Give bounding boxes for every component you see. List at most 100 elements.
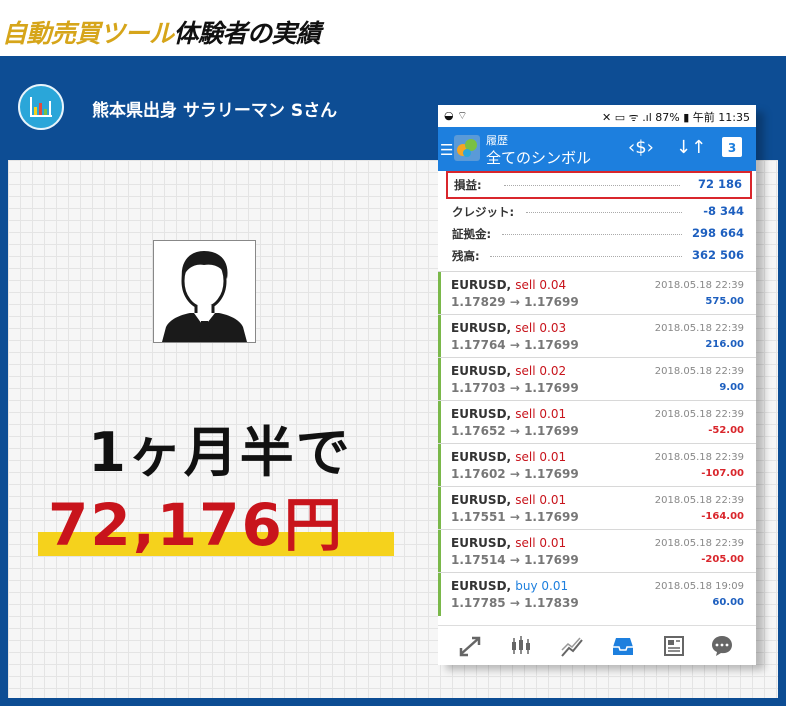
summary-label: クレジット: bbox=[452, 205, 515, 219]
chat-icon[interactable] bbox=[710, 634, 734, 658]
summary-row-credit: クレジット: -8 344 bbox=[446, 201, 752, 221]
title-bar: 自動売買ツール体験者の実績 bbox=[0, 0, 786, 56]
trade-time: 2018.05.18 22:39 bbox=[654, 280, 744, 291]
trade-indicator bbox=[438, 444, 441, 487]
bottom-nav bbox=[438, 625, 756, 665]
trade-prices: 1.17764 → 1.17699 bbox=[451, 338, 579, 352]
profile-header: 熊本県出身 サラリーマン Sさん bbox=[92, 101, 338, 121]
summary-row-margin: 証拠金: 298 664 bbox=[446, 223, 752, 243]
trade-indicator bbox=[438, 530, 441, 573]
app-bar: ☰ 履歴 全てのシンボル ‹$› ↓↑ 3 bbox=[438, 127, 756, 171]
trade-indicator bbox=[438, 401, 441, 444]
summary-label: 残高: bbox=[452, 249, 480, 263]
summary-label: 証拠金: bbox=[452, 227, 492, 241]
trade-symbol-text: EURUSD, bbox=[451, 493, 512, 507]
trade-row[interactable]: EURUSD, sell 0.01 1.17551 → 1.17699 2018.0… bbox=[438, 486, 756, 530]
trade-side: sell 0.03 bbox=[515, 321, 567, 335]
trade-row[interactable]: EURUSD, sell 0.02 1.17703 → 1.17699 2018.0… bbox=[438, 357, 756, 401]
trade-side: sell 0.01 bbox=[515, 536, 567, 550]
exchange-icon[interactable]: ‹$› bbox=[628, 137, 654, 158]
trade-row[interactable]: EURUSD, buy 0.01 1.17785 → 1.17839 2018.05… bbox=[438, 572, 756, 616]
trade-side: buy 0.01 bbox=[515, 579, 569, 593]
status-left-icons: ◒ ⌔ bbox=[444, 109, 468, 122]
trade-symbol-text: EURUSD, bbox=[451, 450, 512, 464]
trade-symbol: EURUSD, buy 0.01 bbox=[451, 579, 568, 593]
hamburger-menu-icon[interactable]: ☰ bbox=[440, 141, 453, 159]
trade-symbol: EURUSD, sell 0.01 bbox=[451, 407, 566, 421]
summary-value: -8 344 bbox=[703, 204, 744, 218]
trade-time: 2018.05.18 22:39 bbox=[654, 495, 744, 506]
trade-symbol: EURUSD, sell 0.01 bbox=[451, 536, 566, 550]
trade-row[interactable]: EURUSD, sell 0.03 1.17764 → 1.17699 2018.0… bbox=[438, 314, 756, 358]
trade-icon[interactable] bbox=[458, 634, 482, 658]
trade-time: 2018.05.18 22:39 bbox=[654, 452, 744, 463]
trade-symbol-text: EURUSD, bbox=[451, 536, 512, 550]
trade-profit: 575.00 bbox=[705, 296, 744, 307]
status-bar: ◒ ⌔ ✕ ▭ ᯤ .ıl 87% ▮ 午前 11:35 bbox=[438, 105, 756, 127]
trade-profit: -164.00 bbox=[701, 511, 744, 522]
trade-prices: 1.17514 → 1.17699 bbox=[451, 553, 579, 567]
calendar-icon[interactable]: 3 bbox=[722, 137, 742, 157]
trade-symbol-text: EURUSD, bbox=[451, 407, 512, 421]
trade-indicator bbox=[438, 272, 441, 315]
trade-symbol: EURUSD, sell 0.03 bbox=[451, 321, 566, 335]
trade-indicator bbox=[438, 487, 441, 530]
trade-prices: 1.17652 → 1.17699 bbox=[451, 424, 579, 438]
avatar bbox=[153, 240, 256, 343]
page-title: 自動売買ツール体験者の実績 bbox=[2, 14, 321, 50]
trade-time: 2018.05.18 19:09 bbox=[654, 581, 744, 592]
period-label: 1ヶ月半で bbox=[88, 421, 352, 484]
app-subtitle: 履歴 bbox=[486, 134, 508, 147]
trade-profit: -107.00 bbox=[701, 468, 744, 479]
trade-side: sell 0.04 bbox=[515, 278, 567, 292]
trade-indicator bbox=[438, 573, 441, 616]
trade-row[interactable]: EURUSD, sell 0.01 1.17602 → 1.17699 2018.0… bbox=[438, 443, 756, 487]
trade-time: 2018.05.18 22:39 bbox=[654, 323, 744, 334]
trade-symbol: EURUSD, sell 0.01 bbox=[451, 450, 566, 464]
summary-value: 362 506 bbox=[691, 248, 744, 262]
trade-time: 2018.05.18 22:39 bbox=[654, 409, 744, 420]
trade-prices: 1.17785 → 1.17839 bbox=[451, 596, 579, 610]
businessman-icon bbox=[154, 241, 255, 342]
news-icon[interactable] bbox=[662, 634, 686, 658]
trade-side: sell 0.01 bbox=[515, 450, 567, 464]
metatrader-logo-icon bbox=[454, 135, 480, 161]
quotes-chart-icon[interactable] bbox=[509, 634, 533, 658]
trade-profit: 216.00 bbox=[705, 339, 744, 350]
chart-icon[interactable] bbox=[560, 634, 584, 658]
history-icon[interactable] bbox=[611, 634, 635, 658]
app-title[interactable]: 全てのシンボル bbox=[486, 147, 591, 168]
trade-symbol: EURUSD, sell 0.01 bbox=[451, 493, 566, 507]
trade-profit: 9.00 bbox=[719, 382, 744, 393]
trade-symbol-text: EURUSD, bbox=[451, 579, 512, 593]
trade-row[interactable]: EURUSD, sell 0.01 1.17652 → 1.17699 2018.0… bbox=[438, 400, 756, 444]
trade-profit: -52.00 bbox=[708, 425, 744, 436]
trade-time: 2018.05.18 22:39 bbox=[654, 366, 744, 377]
trade-indicator bbox=[438, 358, 441, 401]
trade-row[interactable]: EURUSD, sell 0.01 1.17514 → 1.17699 2018.0… bbox=[438, 529, 756, 573]
summary-panel: 損益: 72 186 クレジット: -8 344 証拠金: 298 664 残高… bbox=[438, 171, 756, 271]
summary-value: 298 664 bbox=[691, 226, 744, 240]
trade-symbol: EURUSD, sell 0.04 bbox=[451, 278, 566, 292]
trade-side: sell 0.01 bbox=[515, 493, 567, 507]
trade-symbol-text: EURUSD, bbox=[451, 278, 512, 292]
trade-prices: 1.17551 → 1.17699 bbox=[451, 510, 579, 524]
status-right-icons: ✕ ▭ ᯤ .ıl 87% ▮ 午前 11:35 bbox=[602, 111, 750, 124]
summary-label: 損益: bbox=[454, 178, 482, 192]
trade-row[interactable]: EURUSD, sell 0.04 1.17829 → 1.17699 2018.0… bbox=[438, 271, 756, 315]
summary-row-profit: 損益: 72 186 bbox=[446, 171, 752, 199]
trade-symbol-text: EURUSD, bbox=[451, 321, 512, 335]
phone-screenshot: ◒ ⌔ ✕ ▭ ᯤ .ıl 87% ▮ 午前 11:35 ☰ 履歴 全てのシンボ… bbox=[438, 105, 756, 665]
trade-profit: -205.00 bbox=[701, 554, 744, 565]
trade-prices: 1.17602 → 1.17699 bbox=[451, 467, 579, 481]
title-part-dark: 体験者の実績 bbox=[173, 19, 322, 48]
trade-symbol: EURUSD, sell 0.02 bbox=[451, 364, 566, 378]
sort-icon[interactable]: ↓↑ bbox=[676, 137, 706, 158]
bar-chart-icon bbox=[18, 84, 64, 130]
trade-symbol-text: EURUSD, bbox=[451, 364, 512, 378]
trade-side: sell 0.01 bbox=[515, 407, 567, 421]
trade-prices: 1.17829 → 1.17699 bbox=[451, 295, 579, 309]
trade-side: sell 0.02 bbox=[515, 364, 567, 378]
calendar-day: 3 bbox=[727, 141, 737, 155]
trade-indicator bbox=[438, 315, 441, 358]
